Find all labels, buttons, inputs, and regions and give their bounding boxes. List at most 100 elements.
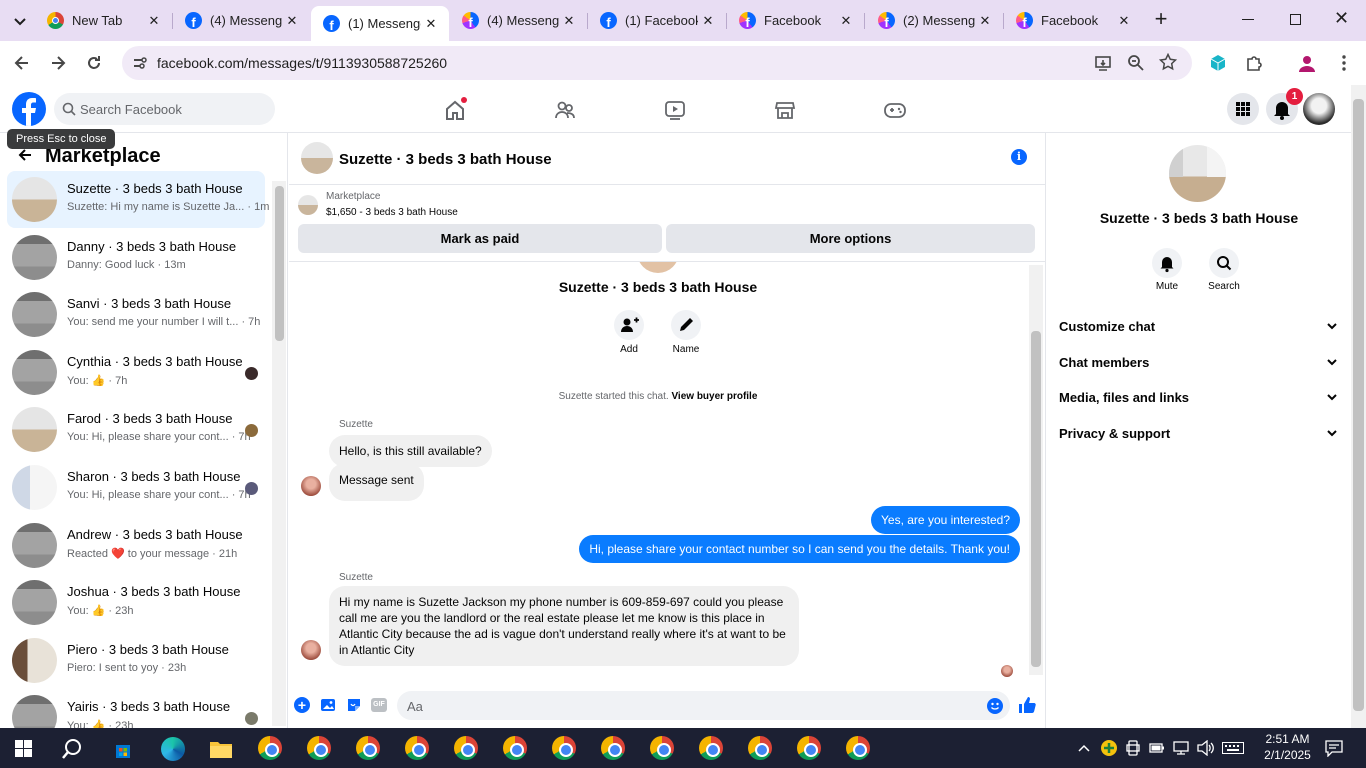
tab-search-icon[interactable] <box>10 11 30 31</box>
chrome-taskbar-icon[interactable] <box>356 736 380 760</box>
volume-icon[interactable] <box>1197 740 1215 756</box>
action-center-icon[interactable] <box>1325 739 1343 757</box>
mark-as-paid-button[interactable]: Mark as paid <box>298 224 662 253</box>
view-buyer-profile-link[interactable]: View buyer profile <box>671 391 757 402</box>
extension-cube-icon[interactable] <box>1208 53 1228 73</box>
taskbar-search-icon[interactable] <box>61 738 83 760</box>
friends-icon[interactable] <box>554 99 576 121</box>
details-section[interactable]: Customize chat <box>1059 319 1339 334</box>
listing-title[interactable]: $1,650 - 3 beds 3 bath House <box>326 207 458 218</box>
emoji-icon[interactable] <box>987 698 1003 714</box>
battery-icon[interactable] <box>1149 742 1165 754</box>
chrome-taskbar-icon[interactable] <box>258 736 282 760</box>
profile-icon[interactable] <box>1297 53 1317 73</box>
sidebar-scroll-thumb[interactable] <box>275 186 284 341</box>
conversation-item[interactable]: Danny · 3 beds 3 bath House Danny: Good l… <box>7 229 265 286</box>
details-section[interactable]: Media, files and links <box>1059 390 1339 405</box>
add-button[interactable] <box>614 310 644 340</box>
chrome-taskbar-icon[interactable] <box>797 736 821 760</box>
message-bubble[interactable]: Hi my name is Suzette Jackson my phone n… <box>329 586 799 666</box>
browser-menu-icon[interactable] <box>1334 53 1354 73</box>
more-options-button[interactable]: More options <box>666 224 1035 253</box>
conversation-item[interactable]: Suzette · 3 beds 3 bath House Suzette: Hi… <box>7 171 269 228</box>
facebook-logo-icon[interactable] <box>12 92 46 126</box>
chrome-taskbar-icon[interactable] <box>601 736 625 760</box>
chrome-taskbar-icon[interactable] <box>552 736 576 760</box>
mute-button[interactable] <box>1152 248 1182 278</box>
close-tab-icon[interactable]: ✕ <box>1114 13 1134 29</box>
install-app-icon[interactable] <box>1094 54 1112 72</box>
browser-tab[interactable]: f (1) Messenger✕ <box>311 6 449 41</box>
close-tab-icon[interactable]: ✕ <box>282 13 302 29</box>
sender-avatar[interactable] <box>301 476 321 496</box>
windows-start-icon[interactable] <box>15 740 32 757</box>
forward-icon[interactable] <box>48 53 68 73</box>
browser-tab[interactable]: f Facebook ✕ <box>727 6 864 35</box>
back-icon[interactable] <box>12 53 32 73</box>
browser-tab[interactable]: f (1) Facebook ✕ <box>588 6 726 35</box>
notifications-button[interactable]: 1 <box>1266 88 1303 125</box>
close-tab-icon[interactable]: ✕ <box>144 13 164 29</box>
chat-header-avatar[interactable] <box>301 142 333 174</box>
chat-scroll-thumb[interactable] <box>1031 331 1041 667</box>
info-icon[interactable]: i <box>1011 149 1027 165</box>
details-section[interactable]: Privacy & support <box>1059 426 1339 441</box>
video-icon[interactable] <box>664 99 686 121</box>
photo-icon[interactable] <box>320 697 336 713</box>
chrome-taskbar-icon[interactable] <box>650 736 674 760</box>
keyboard-icon[interactable] <box>1222 742 1244 754</box>
zoom-icon[interactable] <box>1127 54 1145 72</box>
message-bubble-own[interactable]: Hi, please share your contact number so … <box>579 535 1020 563</box>
conversation-item[interactable]: Cynthia · 3 beds 3 bath House You: 👍 · 7h <box>7 344 265 401</box>
home-icon[interactable] <box>444 97 467 121</box>
chrome-taskbar-icon[interactable] <box>454 736 478 760</box>
close-tab-icon[interactable]: ✕ <box>421 16 441 32</box>
url-text[interactable]: facebook.com/messages/t/9113930588725260 <box>157 55 447 71</box>
reload-icon[interactable] <box>84 53 104 73</box>
minimize-button[interactable] <box>1242 19 1254 20</box>
name-button[interactable] <box>671 310 701 340</box>
conversation-item[interactable]: Andrew · 3 beds 3 bath House Reacted ❤️ t… <box>7 517 265 574</box>
message-bubble[interactable]: Message sent <box>329 463 424 501</box>
browser-tab[interactable]: f (2) Messenger✕ <box>866 6 1003 35</box>
marketplace-icon[interactable] <box>774 99 796 121</box>
tray-app-icon[interactable] <box>1101 740 1117 756</box>
system-clock[interactable]: 2:51 AM 2/1/2025 <box>1255 731 1320 763</box>
back-arrow-icon[interactable] <box>17 147 33 163</box>
store-icon[interactable] <box>112 738 134 760</box>
browser-tab[interactable]: f Facebook ✕ <box>1004 6 1142 35</box>
details-avatar[interactable] <box>1169 145 1226 202</box>
search-in-chat-button[interactable] <box>1209 248 1239 278</box>
close-tab-icon[interactable]: ✕ <box>836 13 856 29</box>
edge-icon[interactable] <box>161 737 185 761</box>
account-avatar[interactable] <box>1303 93 1335 125</box>
browser-tab[interactable]: New Tab ✕ <box>35 6 172 35</box>
conversation-item[interactable]: Yairis · 3 beds 3 bath House You: 👍 · 23h <box>7 689 265 728</box>
chrome-taskbar-icon[interactable] <box>405 736 429 760</box>
tray-device-icon[interactable] <box>1126 740 1140 756</box>
chrome-taskbar-icon[interactable] <box>846 736 870 760</box>
sticker-icon[interactable] <box>346 697 362 713</box>
chrome-taskbar-icon[interactable] <box>307 736 331 760</box>
message-input[interactable]: Aa <box>397 691 1010 720</box>
conversation-item[interactable]: Piero · 3 beds 3 bath House Piero: I sent… <box>7 632 265 689</box>
like-thumb-icon[interactable] <box>1017 695 1037 715</box>
message-bubble-own[interactable]: Yes, are you interested? <box>871 506 1020 534</box>
tray-chevron-icon[interactable] <box>1077 741 1091 755</box>
conversation-item[interactable]: Sharon · 3 beds 3 bath House You: Hi, ple… <box>7 459 265 516</box>
new-tab-button[interactable]: + <box>1150 8 1172 31</box>
browser-tab[interactable]: f (4) Messenger✕ <box>450 6 587 35</box>
gif-icon[interactable]: GIF <box>371 698 387 712</box>
sender-avatar[interactable] <box>301 640 321 660</box>
conversation-item[interactable]: Joshua · 3 beds 3 bath House You: 👍 · 23h <box>7 574 265 631</box>
close-tab-icon[interactable]: ✕ <box>698 13 718 29</box>
details-section[interactable]: Chat members <box>1059 355 1339 370</box>
bookmark-star-icon[interactable] <box>1159 53 1177 71</box>
address-bar[interactable]: facebook.com/messages/t/9113930588725260 <box>122 46 1192 80</box>
file-explorer-icon[interactable] <box>209 739 233 759</box>
conversation-item[interactable]: Sanvi · 3 beds 3 bath House You: send me … <box>7 286 265 343</box>
site-info-icon[interactable] <box>132 55 148 71</box>
extensions-puzzle-icon[interactable] <box>1244 53 1264 73</box>
browser-tab[interactable]: f (4) Messenger✕ <box>173 6 310 35</box>
menu-grid-button[interactable] <box>1227 93 1259 125</box>
